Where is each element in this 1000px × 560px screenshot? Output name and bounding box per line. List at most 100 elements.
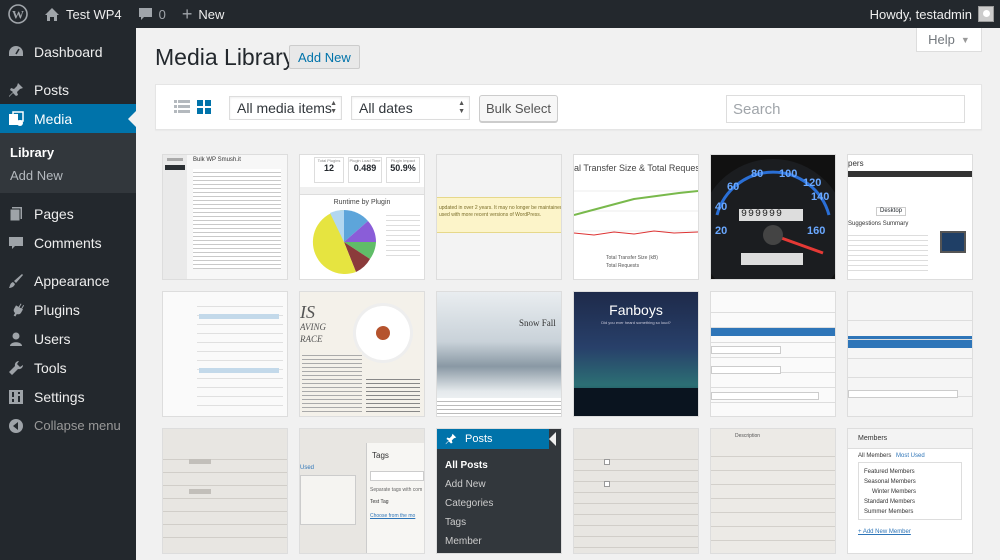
media-item[interactable]: Bulk WP Smush.it [163, 155, 287, 279]
media-item[interactable]: Posts All Posts Add New Categories Tags … [437, 429, 561, 553]
media-item[interactable] [574, 429, 698, 553]
select-arrows-icon: ▲ ▼ [330, 100, 337, 115]
add-new-button[interactable]: Add New [289, 45, 360, 69]
media-item[interactable]: Fanboys Did you ever heard something so … [574, 292, 698, 416]
thumb-title: pers [848, 159, 864, 168]
settings-icon [8, 389, 24, 405]
gauge-label: 60 [727, 181, 740, 193]
help-tab-button[interactable]: Help ▼ [916, 28, 982, 52]
thumb-label: Used [300, 465, 315, 471]
thumb-checkbox-item: Summer Members [864, 509, 914, 515]
media-item[interactable]: IS AVING RACE [300, 292, 424, 416]
thumb-link: Choose from the mo [370, 513, 416, 519]
search-input[interactable] [726, 95, 965, 123]
comments-link[interactable]: 0 [130, 0, 174, 28]
gauge-label: 100 [779, 168, 798, 180]
thumb-subtitle: Did you ever heard something so loud? [601, 320, 671, 325]
thumb-title: al Transfer Size & Total Requests [574, 163, 698, 173]
page-icon [8, 206, 24, 222]
comments-count: 0 [158, 6, 166, 22]
thumb-tab: All Members [858, 453, 892, 459]
thumb-chart-title: Runtime by Plugin [333, 199, 391, 206]
thumb-menu-item: Tags [445, 517, 467, 528]
menu-media[interactable]: Media [0, 104, 136, 133]
menu-plugins[interactable]: Plugins [0, 295, 136, 324]
submenu-library[interactable]: Library [0, 141, 136, 164]
media-item[interactable]: Members All Members Most Used Featured M… [848, 429, 972, 553]
menu-dashboard[interactable]: Dashboard [0, 37, 136, 66]
media-toolbar: All media items ▲ ▼ All dates ▲ ▼ Bulk Sel… [155, 84, 982, 130]
thumb-heading: Tags [372, 451, 389, 460]
media-item[interactable]: Snow Fall [437, 292, 561, 416]
admin-sidebar: Dashboard Posts Media Library Add New Pa… [0, 28, 136, 560]
wrench-icon [8, 360, 24, 376]
menu-label: Settings [34, 388, 85, 405]
stat-value: 0.489 [353, 163, 377, 173]
menu-label: Pages [34, 205, 74, 222]
gauge-label: 140 [811, 191, 830, 203]
bulk-select-button[interactable]: Bulk Select [479, 95, 558, 122]
thumb-title: Bulk WP Smush.it [193, 157, 241, 163]
comment-icon [8, 235, 24, 251]
media-item[interactable] [163, 429, 287, 553]
select-arrows-icon: ▲ ▼ [458, 100, 465, 115]
site-name-link[interactable]: Test WP4 [36, 0, 130, 28]
media-icon [8, 110, 24, 127]
plus-icon: + [181, 4, 193, 24]
menu-label: Plugins [34, 301, 80, 318]
date-value: All dates [359, 100, 413, 116]
date-filter[interactable]: All dates ▲ ▼ [351, 96, 470, 120]
thumb-heading: Suggestions Summary [848, 221, 909, 227]
collapse-label: Collapse menu [34, 418, 121, 433]
menu-comments[interactable]: Comments [0, 228, 136, 257]
caret-down-icon: ▼ [960, 34, 970, 45]
media-item[interactable]: pers Desktop Suggestions Summary [848, 155, 972, 279]
comment-icon [138, 7, 153, 21]
menu-pages[interactable]: Pages [0, 199, 136, 228]
new-content-link[interactable]: + New [174, 0, 233, 28]
dashboard-icon [8, 44, 24, 60]
thumb-menu-item: Add New [445, 479, 486, 490]
media-item[interactable]: 60 80 100 120 140 40 20 160 999999 [711, 155, 835, 279]
brush-icon [8, 273, 24, 289]
avatar[interactable] [978, 6, 994, 22]
media-item[interactable]: updated in over 2 years. It may no longe… [437, 155, 561, 279]
thumb-tab: Desktop [876, 207, 906, 216]
menu-posts[interactable]: Posts [0, 75, 136, 104]
list-view-icon[interactable] [174, 99, 190, 115]
media-item[interactable]: al Transfer Size & Total Requests Total … [574, 155, 698, 279]
thumb-tab: Most Used [896, 453, 925, 459]
thumb-checkbox-item: Standard Members [864, 499, 916, 505]
menu-label: Media [34, 110, 73, 127]
menu-appearance[interactable]: Appearance [0, 266, 136, 295]
media-item[interactable] [711, 292, 835, 416]
collapse-menu-button[interactable]: Collapse menu [0, 411, 136, 440]
thumb-title: Snow Fall [519, 318, 556, 328]
thumb-heading: Members [858, 435, 888, 442]
media-item[interactable] [848, 292, 972, 416]
thumb-title: Fanboys [609, 302, 663, 318]
grid-view-icon[interactable] [196, 99, 212, 115]
gauge-label: 160 [807, 225, 826, 237]
media-type-filter[interactable]: All media items ▲ ▼ [229, 96, 342, 120]
media-item[interactable]: Used Tags Separate tags with com Test Ta… [300, 429, 424, 553]
user-icon [8, 331, 24, 347]
thumb-text: updated in over 2 years. It may no longe… [439, 205, 561, 211]
media-item[interactable]: Description [711, 429, 835, 553]
menu-settings[interactable]: Settings [0, 382, 136, 411]
menu-label: Dashboard [34, 43, 103, 60]
menu-label: Appearance [34, 272, 110, 289]
gauge-label: 80 [751, 168, 764, 180]
thumb-menu-item: Categories [445, 498, 494, 509]
media-item[interactable] [163, 292, 287, 416]
collapse-icon [8, 418, 24, 434]
thumb-checkbox-item: Winter Members [872, 489, 917, 495]
odometer: 999999 [741, 209, 784, 220]
help-label: Help [928, 32, 955, 47]
menu-users[interactable]: Users [0, 324, 136, 353]
greeting[interactable]: Howdy, testadmin [870, 7, 972, 22]
media-item[interactable]: Total Plugins 12 Plugin Load Time 0.489 … [300, 155, 424, 279]
menu-tools[interactable]: Tools [0, 353, 136, 382]
wordpress-logo-icon[interactable]: W [0, 0, 36, 28]
submenu-add-new[interactable]: Add New [0, 164, 136, 187]
